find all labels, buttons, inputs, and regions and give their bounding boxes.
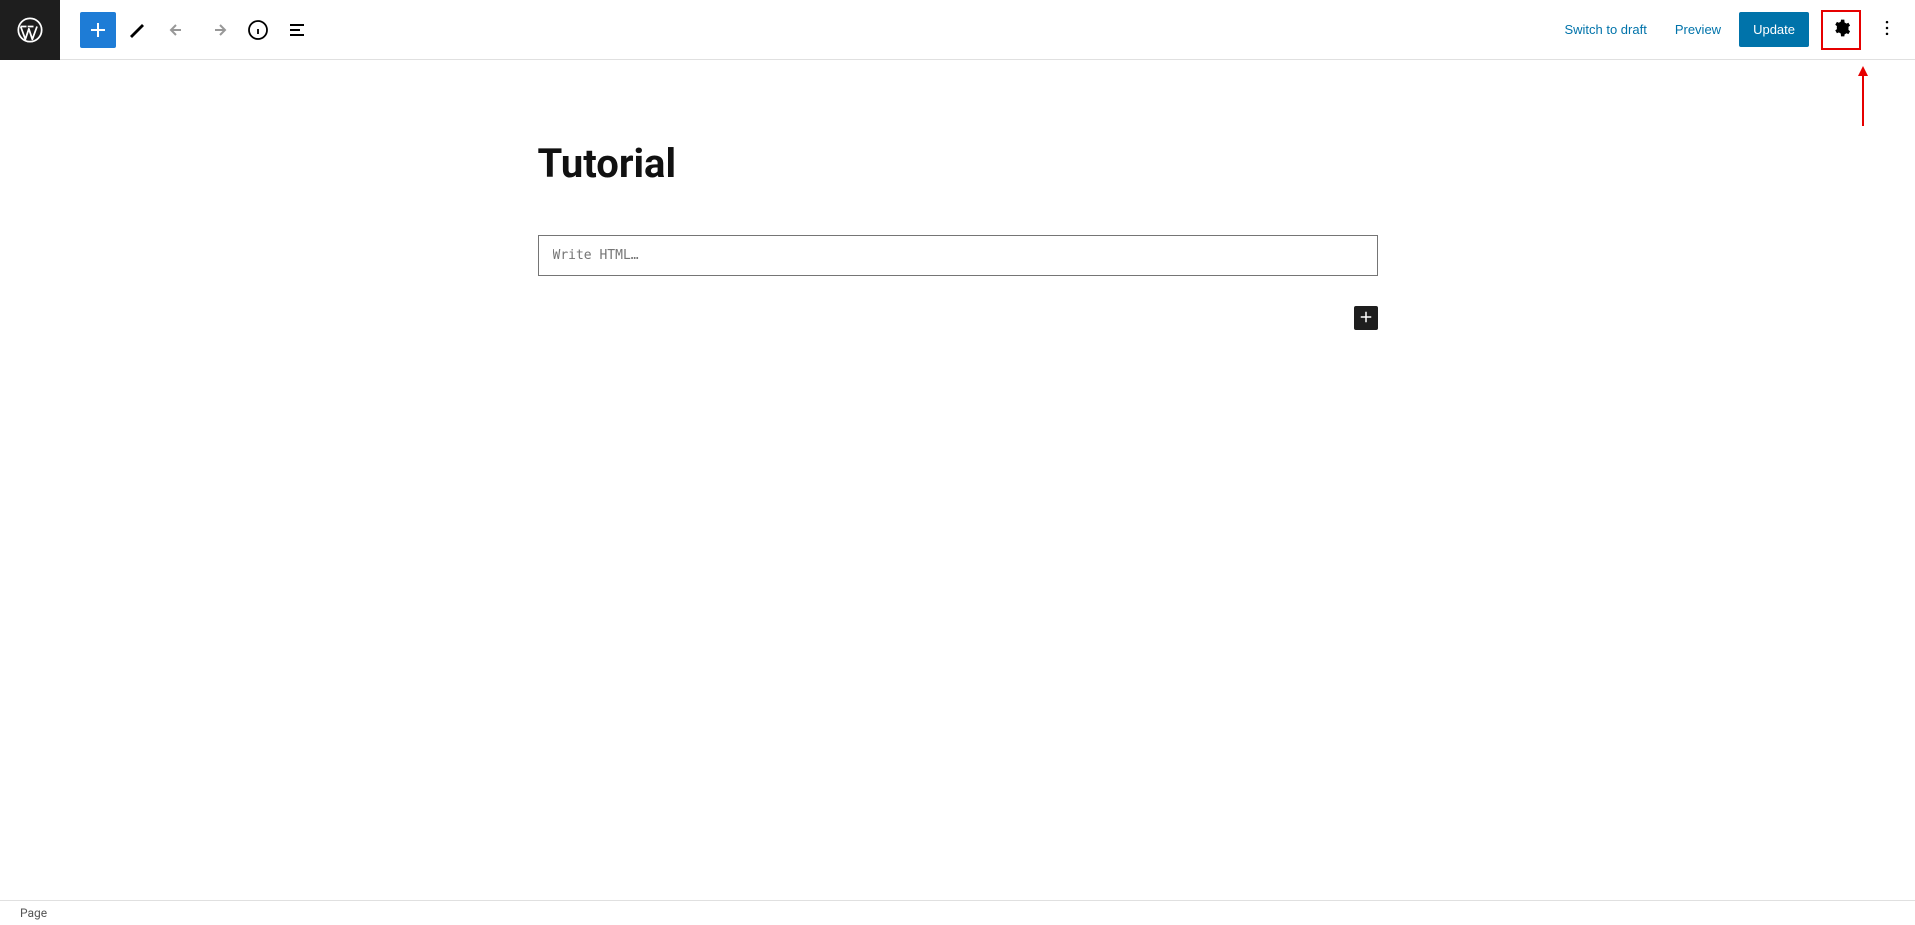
switch-to-draft-button[interactable]: Switch to draft	[1554, 14, 1656, 45]
document-toolbar	[60, 12, 316, 48]
preview-button[interactable]: Preview	[1665, 14, 1731, 45]
wordpress-logo[interactable]	[0, 0, 60, 60]
editor-canvas: Tutorial	[0, 60, 1915, 276]
settings-button[interactable]	[1821, 10, 1861, 50]
details-button[interactable]	[240, 12, 276, 48]
options-button[interactable]	[1869, 12, 1905, 48]
page-title[interactable]: Tutorial	[538, 140, 1378, 187]
list-view-button[interactable]	[280, 12, 316, 48]
more-vertical-icon	[1877, 18, 1897, 41]
breadcrumb-item[interactable]: Page	[20, 906, 47, 920]
redo-button[interactable]	[200, 12, 236, 48]
html-block-input[interactable]	[538, 235, 1378, 276]
gear-icon	[1831, 18, 1851, 41]
editor-content: Tutorial	[538, 140, 1378, 276]
topbar-right-group: Switch to draft Preview Update	[1554, 10, 1905, 50]
add-block-after-button[interactable]	[1354, 306, 1378, 330]
update-button[interactable]: Update	[1739, 12, 1809, 47]
topbar-left-group	[0, 0, 316, 59]
undo-button[interactable]	[160, 12, 196, 48]
plus-icon	[1357, 308, 1375, 329]
editor-topbar: Switch to draft Preview Update	[0, 0, 1915, 60]
breadcrumb-bar: Page	[0, 900, 1915, 925]
add-block-button[interactable]	[80, 12, 116, 48]
tools-button[interactable]	[120, 12, 156, 48]
